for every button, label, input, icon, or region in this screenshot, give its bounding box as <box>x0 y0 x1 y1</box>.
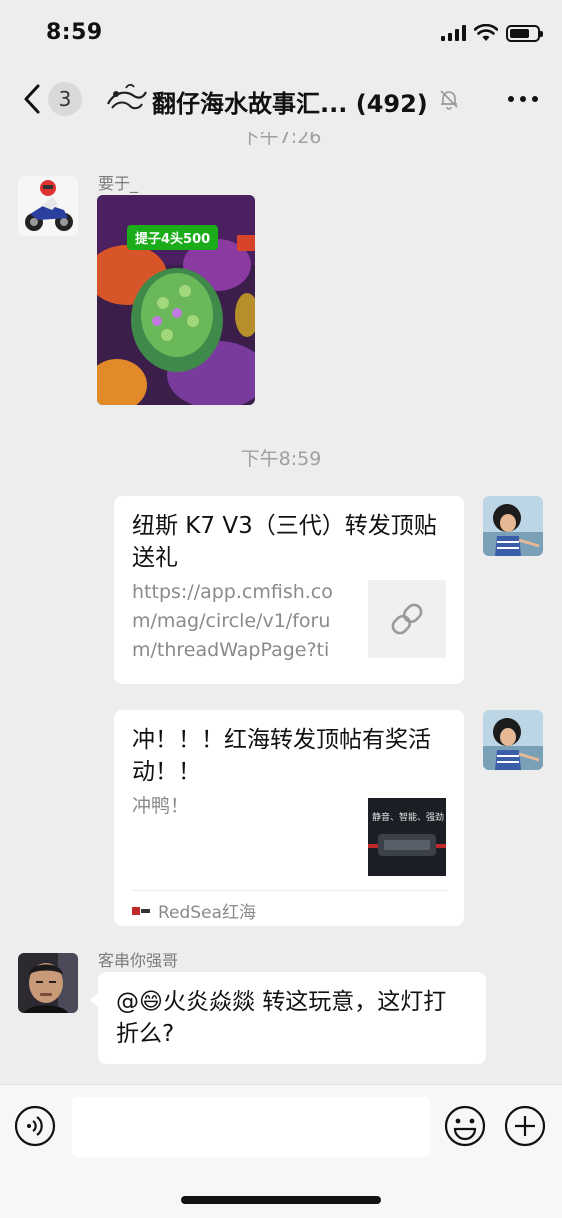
child-photo-avatar-icon <box>483 496 543 556</box>
unread-count-badge[interactable]: 3 <box>48 82 82 116</box>
article-card[interactable]: 冲！！！红海转发顶帖有奖活动！！ 冲鸭！ 静音、智能、强劲 RedSea红海 <box>114 710 464 926</box>
avatar-qiangge[interactable] <box>18 953 78 1013</box>
card-title: 冲！！！红海转发顶帖有奖活动！！ <box>132 727 431 785</box>
motorcycle-rider-avatar-icon <box>18 176 78 236</box>
card-source: RedSea红海 <box>132 898 256 923</box>
wifi-icon <box>474 24 498 41</box>
thumbnail-caption: 静音、智能、强劲 <box>372 813 445 823</box>
card-url: https://app.cmfish.com/mag/circle/v1/for… <box>132 581 333 661</box>
status-bar: 8:59 <box>0 0 562 68</box>
chat-header: 3 翻仔海水故事汇... (492) <box>0 68 562 132</box>
muted-bell-icon <box>440 90 458 110</box>
avatar-yaoyu[interactable] <box>18 176 78 236</box>
avatar-self[interactable] <box>483 710 543 770</box>
source-name: RedSea红海 <box>158 903 256 923</box>
group-logo-icon <box>107 83 147 110</box>
card-title: 纽斯 K7 V3（三代）转发顶贴送礼 <box>132 513 437 571</box>
emoji-icon[interactable] <box>444 1105 486 1147</box>
home-indicator <box>181 1196 381 1204</box>
member-count: (492) <box>355 90 428 118</box>
message-input[interactable] <box>72 1097 430 1157</box>
status-icons <box>441 24 543 42</box>
voice-input-icon[interactable] <box>14 1105 56 1147</box>
more-options-icon[interactable] <box>508 96 538 104</box>
man-photo-avatar-icon <box>18 953 78 1013</box>
plus-icon[interactable] <box>504 1105 546 1147</box>
article-thumbnail: 静音、智能、强劲 <box>368 798 446 876</box>
timestamp: 下午8:59 <box>240 448 322 470</box>
avatar-self[interactable] <box>483 496 543 556</box>
coral-photo[interactable]: 提子4头500 <box>97 195 255 405</box>
link-icon <box>391 603 423 635</box>
text-message-bubble[interactable]: @😄火炎焱燚 转这玩意，这灯打折么? <box>90 972 486 1064</box>
price-tag: 提子4头500 <box>127 225 219 250</box>
card-description: 冲鸭！ <box>132 795 190 817</box>
sender-name: 要于_ <box>98 174 139 193</box>
redsea-logo-icon <box>132 906 150 915</box>
chat-title[interactable]: 翻仔海水故事汇... (492) <box>152 84 436 119</box>
link-card[interactable]: 纽斯 K7 V3（三代）转发顶贴送礼 https://app.cmfish.co… <box>114 496 464 684</box>
message-list[interactable]: 下午7:26 要于_ 提子4头500 下午8:59 纽斯 K7 V3（三代）转发… <box>0 132 562 1084</box>
status-time: 8:59 <box>46 20 103 45</box>
cellular-signal-icon <box>441 25 466 41</box>
timestamp-partial: 下午7:26 <box>240 132 322 148</box>
device-image-icon <box>368 834 446 856</box>
group-name: 翻仔海水故事汇... <box>152 90 348 118</box>
sender-name: 客串你强哥 <box>98 951 179 970</box>
child-photo-avatar-icon <box>483 710 543 770</box>
link-thumbnail <box>368 580 446 658</box>
back-chevron-icon[interactable] <box>18 82 48 116</box>
battery-icon <box>506 24 543 42</box>
card-divider <box>132 890 448 891</box>
